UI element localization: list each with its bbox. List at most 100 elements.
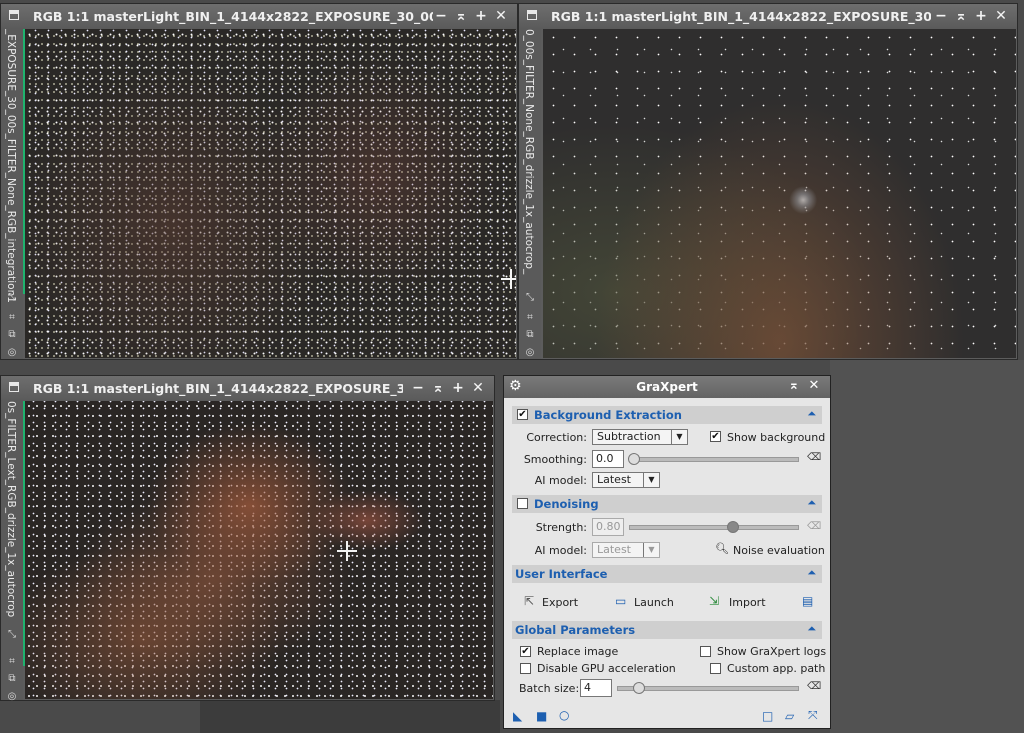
window-titlebar[interactable]: RGB 1:1 masterLight_BIN_1_4144x2822_EXPO… — [1, 376, 494, 401]
minimize-icon[interactable]: − — [931, 7, 951, 25]
launch-button[interactable]: Launch — [634, 596, 674, 609]
fit-icon[interactable]: ⤡ — [6, 292, 18, 304]
window-icon — [9, 10, 19, 20]
close-icon[interactable]: ✕ — [491, 7, 511, 25]
graxpert-panel[interactable]: ⚙ GraXpert ⌅ ✕ ✔ Background Extraction ⏶… — [503, 375, 831, 729]
noise-evaluation-icon[interactable]: 🔍︎ — [715, 542, 729, 555]
new-instance-icon[interactable]: ◣ — [513, 709, 522, 723]
stf-icon[interactable]: ◎ — [6, 347, 18, 359]
denoise-ai-model-value: Latest — [597, 543, 631, 556]
disable-gpu-checkbox[interactable] — [520, 663, 531, 674]
denoising-checkbox[interactable] — [517, 498, 528, 509]
strength-input[interactable]: 0.80 — [592, 518, 624, 536]
correction-value: Subtraction — [597, 430, 661, 443]
smoothing-input[interactable]: 0.0 — [592, 450, 624, 468]
ai-model-value: Latest — [597, 473, 631, 486]
maximize-icon[interactable]: + — [448, 379, 468, 397]
collapse-icon[interactable]: ⏶ — [807, 407, 816, 421]
background-extraction-checkbox[interactable]: ✔ — [517, 409, 528, 420]
shade-icon[interactable]: ⌅ — [428, 379, 448, 397]
apply-icon[interactable]: ■ — [536, 709, 547, 723]
collapse-icon[interactable]: ⏶ — [807, 496, 816, 510]
image-view[interactable] — [543, 29, 1016, 358]
shade-icon[interactable]: ⌅ — [451, 7, 471, 25]
apply-global-icon[interactable]: ○ — [559, 708, 569, 722]
maximize-icon[interactable]: + — [971, 7, 991, 25]
minimize-icon[interactable]: − — [431, 7, 451, 25]
window-icon — [9, 382, 19, 392]
replace-image-checkbox[interactable]: ✔ — [520, 646, 531, 657]
image-window-3[interactable]: RGB 1:1 masterLight_BIN_1_4144x2822_EXPO… — [0, 375, 495, 703]
shade-icon[interactable]: ⌅ — [951, 7, 971, 25]
shade-icon[interactable]: ⌅ — [784, 378, 804, 393]
stf-icon[interactable]: ◎ — [6, 691, 18, 703]
image-window-2[interactable]: RGB 1:1 masterLight_BIN_1_4144x2822_EXPO… — [518, 3, 1018, 360]
close-icon[interactable]: ✕ — [468, 379, 488, 397]
window-side-tab[interactable]: _EXPOSURE_30_00s_FILTER_None_RGB_integra… — [1, 29, 23, 359]
chevron-down-icon: ▼ — [643, 543, 659, 557]
batch-size-input[interactable]: 4 — [580, 679, 612, 697]
fit-icon[interactable]: ⤡ — [6, 629, 18, 641]
correction-label: Correction: — [526, 431, 587, 444]
image-identifier: 0s_FILTER_Lext_RGB_drizzle_1x_autocrop — [5, 401, 17, 618]
section-title: Global Parameters — [515, 623, 636, 637]
window-titlebar[interactable]: RGB 1:1 masterLight_BIN_1_4144x2822_EXPO… — [519, 4, 1017, 29]
import-button[interactable]: Import — [729, 596, 766, 609]
show-background-label: Show background — [727, 431, 826, 444]
crop-icon[interactable]: ⌗ — [6, 656, 18, 668]
denoise-ai-model-select[interactable]: Latest ▼ — [592, 542, 660, 558]
maximize-icon[interactable]: + — [471, 7, 491, 25]
strength-slider-handle[interactable] — [727, 521, 739, 533]
disable-gpu-label: Disable GPU acceleration — [537, 662, 676, 675]
correction-select[interactable]: Subtraction ▼ — [592, 429, 688, 445]
clone-icon[interactable]: ⧉ — [524, 329, 536, 341]
smoothing-slider-handle[interactable] — [628, 453, 640, 465]
fit-icon[interactable]: ⤡ — [524, 292, 536, 304]
documentation-icon[interactable]: ▱ — [785, 709, 794, 723]
minimize-icon[interactable]: − — [408, 379, 428, 397]
close-icon[interactable]: ✕ — [991, 7, 1011, 25]
image-view[interactable] — [25, 401, 493, 699]
ai-model-select[interactable]: Latest ▼ — [592, 472, 660, 488]
crop-icon[interactable]: ⌗ — [524, 312, 536, 324]
stf-icon[interactable]: ◎ — [524, 347, 536, 359]
reset-all-icon[interactable]: ⤧ — [808, 708, 818, 723]
batch-size-slider-handle[interactable] — [633, 682, 645, 694]
chevron-down-icon: ▼ — [671, 430, 687, 444]
noise-evaluation-button[interactable]: Noise evaluation — [733, 544, 825, 557]
smoothing-slider[interactable] — [629, 457, 799, 462]
image-view[interactable] — [25, 29, 516, 358]
crop-icon[interactable]: ⌗ — [6, 312, 18, 324]
collapse-icon[interactable]: ⏶ — [807, 566, 816, 580]
reset-icon[interactable]: ⌫ — [807, 681, 821, 692]
collapse-icon[interactable]: ⏶ — [807, 622, 816, 636]
export-icon[interactable]: ⇱ — [524, 594, 534, 608]
export-button[interactable]: Export — [542, 596, 578, 609]
clone-icon[interactable]: ⧉ — [6, 329, 18, 341]
window-side-tab[interactable]: 0_00s_FILTER_None_RGB_drizzle_1x_autocro… — [519, 29, 541, 359]
import-icon[interactable]: ⇲ — [709, 594, 719, 608]
window-title: RGB 1:1 masterLight_BIN_1_4144x2822_EXPO… — [33, 9, 433, 24]
section-user-interface[interactable]: User Interface ⏶ — [512, 565, 822, 583]
show-background-checkbox[interactable]: ✔ — [710, 431, 721, 442]
strength-slider[interactable] — [629, 525, 799, 530]
section-title: Background Extraction — [534, 408, 682, 422]
clone-icon[interactable]: ⧉ — [6, 673, 18, 685]
window-titlebar[interactable]: RGB 1:1 masterLight_BIN_1_4144x2822_EXPO… — [1, 4, 517, 29]
close-icon[interactable]: ✕ — [804, 378, 824, 393]
custom-path-checkbox[interactable] — [710, 663, 721, 674]
section-background-extraction[interactable]: ✔ Background Extraction ⏶ — [512, 406, 822, 424]
section-denoising[interactable]: Denoising ⏶ — [512, 495, 822, 513]
window-side-tab[interactable]: 0s_FILTER_Lext_RGB_drizzle_1x_autocrop ⤡… — [1, 401, 23, 703]
launch-icon[interactable]: ▭ — [615, 594, 626, 608]
settings-window-icon[interactable]: ▤ — [802, 594, 813, 608]
preview-icon[interactable]: □ — [762, 709, 773, 723]
show-logs-checkbox[interactable] — [700, 646, 711, 657]
section-title: User Interface — [515, 567, 608, 581]
reset-icon[interactable]: ⌫ — [807, 521, 821, 532]
section-global-parameters[interactable]: Global Parameters ⏶ — [512, 621, 822, 639]
reset-icon[interactable]: ⌫ — [807, 452, 821, 463]
panel-titlebar[interactable]: ⚙ GraXpert ⌅ ✕ — [504, 376, 830, 398]
panel-title: GraXpert — [636, 380, 698, 394]
image-window-1[interactable]: RGB 1:1 masterLight_BIN_1_4144x2822_EXPO… — [0, 3, 518, 360]
